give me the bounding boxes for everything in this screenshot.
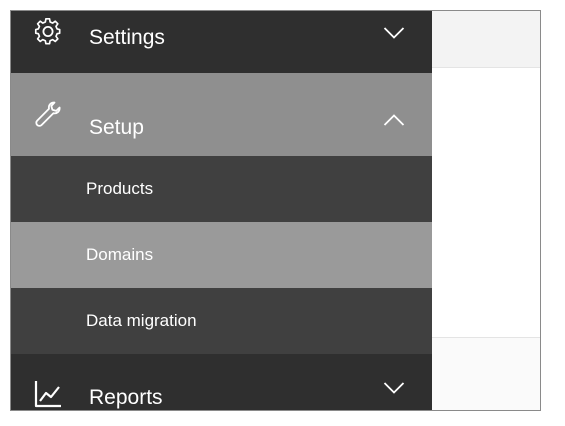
nav-subitem-data-migration[interactable]: Data migration (11, 288, 432, 354)
chevron-down-icon[interactable] (383, 381, 405, 395)
wrench-icon (35, 101, 61, 127)
content-area (432, 11, 540, 410)
nav-subitem-domains[interactable]: Domains (11, 222, 432, 288)
nav-item-label: Reports (89, 386, 163, 409)
gear-icon (34, 18, 61, 45)
nav-subitem-label: Products (86, 179, 154, 198)
content-panel (432, 68, 540, 337)
nav-subitem-products[interactable]: Products (11, 156, 432, 222)
line-chart-icon (34, 381, 61, 408)
content-panel (432, 338, 540, 410)
nav-item-setup[interactable]: Setup (11, 73, 432, 156)
chevron-down-icon[interactable] (383, 26, 405, 40)
navigation-menu: Settings Setup Products Domains Data mig… (11, 11, 432, 410)
nav-item-label: Settings (89, 26, 165, 49)
nav-subitem-label: Domains (86, 245, 154, 264)
admin-window: Settings Setup Products Domains Data mig… (10, 10, 541, 411)
nav-item-reports[interactable]: Reports (11, 354, 432, 410)
nav-item-label: Setup (89, 116, 144, 139)
nav-item-settings[interactable]: Settings (11, 11, 432, 73)
chevron-up-icon[interactable] (383, 113, 405, 127)
nav-subitem-label: Data migration (86, 311, 197, 330)
